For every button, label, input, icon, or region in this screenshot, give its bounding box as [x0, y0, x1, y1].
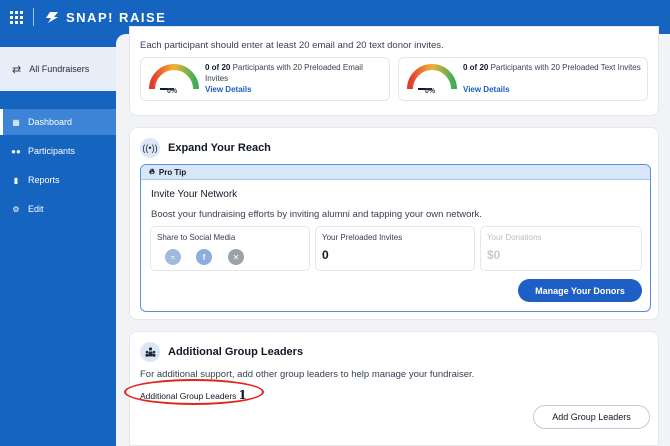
content-area[interactable]: Each participant should enter at least 2… — [116, 26, 670, 446]
expand-reach-card: ((•)) Expand Your Reach 🔥︎ Pro Tip Invit… — [129, 127, 659, 320]
group-glyph — [145, 347, 155, 357]
sidebar-item-label: Dashboard — [28, 117, 73, 127]
sidebar-all-fundraisers-label: All Fundraisers — [29, 64, 90, 74]
header-divider — [33, 8, 34, 26]
preloaded-invites-value: 0 — [322, 248, 329, 262]
main-area: Each participant should enter at least 2… — [116, 26, 670, 446]
donations-value: $0 — [487, 248, 501, 262]
sidebar-item-label: Edit — [28, 204, 44, 214]
sidebar-item-dashboard[interactable]: ▦ Dashboard — [0, 109, 116, 135]
pro-tip-description: Boost your fundraising efforts by inviti… — [151, 209, 482, 220]
pro-tip-box: 🔥︎ Pro Tip Invite Your Network Boost you… — [140, 164, 651, 312]
flame-icon: 🔥︎ — [149, 167, 155, 176]
gauge-percent: 0% — [167, 88, 178, 95]
annotation-ellipse — [124, 379, 264, 405]
manage-donors-button[interactable]: Manage Your Donors — [518, 279, 642, 302]
pro-tip-title: Invite Your Network — [151, 189, 238, 200]
brand-logo[interactable]: SNAP! RAISE — [42, 10, 166, 25]
share-social-box: Share to Social Media ≈ f ✕ — [150, 226, 310, 271]
pro-tip-label: Pro Tip — [158, 167, 187, 177]
sidebar: ⇄ All Fundraisers ▦ Dashboard ●● Partici… — [0, 34, 116, 446]
group-icon — [140, 342, 160, 362]
gauge-percent: 0% — [425, 88, 436, 95]
stat-text: 0 of 20 Participants with 20 Preloaded T… — [463, 62, 645, 73]
pro-tip-header: 🔥︎ Pro Tip — [141, 165, 650, 180]
facebook-icon[interactable]: f — [196, 249, 212, 265]
donations-box: Your Donations $0 — [480, 226, 642, 271]
section-title: Expand Your Reach — [168, 142, 271, 154]
stat-description: Participants with 20 Preloaded Text Invi… — [488, 63, 641, 72]
brand-name: SNAP! RAISE — [66, 9, 167, 25]
snap-logo-icon — [44, 12, 58, 23]
add-group-leaders-button[interactable]: Add Group Leaders — [533, 405, 650, 429]
preloaded-invites-label: Your Preloaded Invites — [322, 233, 403, 242]
section-header: ((•)) Expand Your Reach — [140, 138, 271, 158]
stat-count: 0 of 20 — [205, 63, 231, 72]
group-leaders-card: Additional Group Leaders For additional … — [124, 331, 659, 446]
participants-icon: ●● — [11, 146, 21, 156]
section-title: Additional Group Leaders — [168, 346, 304, 358]
gear-icon: ⚙ — [12, 204, 20, 214]
bar-chart-icon: ▮ — [13, 175, 19, 185]
donations-label: Your Donations — [487, 233, 542, 242]
apps-grid-icon[interactable] — [10, 10, 23, 24]
sidebar-item-label: Reports — [28, 175, 60, 185]
share-social-label: Share to Social Media — [157, 233, 236, 242]
x-icon[interactable]: ✕ — [228, 249, 244, 265]
broadcast-icon: ((•)) — [140, 138, 160, 158]
sidebar-item-label: Participants — [28, 146, 76, 156]
invites-card: Each participant should enter at least 2… — [129, 26, 659, 116]
messenger-icon[interactable]: ≈ — [165, 249, 181, 265]
text-invites-stat: 0% 0 of 20 Participants with 20 Preloade… — [398, 57, 648, 101]
sidebar-item-edit[interactable]: ⚙ Edit — [0, 196, 116, 222]
invites-description: Each participant should enter at least 2… — [140, 40, 444, 51]
preloaded-invites-box: Your Preloaded Invites 0 — [315, 226, 475, 271]
dashboard-icon: ▦ — [12, 117, 20, 127]
sidebar-item-participants[interactable]: ●● Participants — [0, 138, 116, 164]
swap-arrows-icon: ⇄ — [12, 63, 22, 76]
email-invites-stat: 0% 0 of 20 Participants with 20 Preloade… — [140, 57, 390, 101]
view-details-link[interactable]: View Details — [463, 85, 510, 94]
view-details-link[interactable]: View Details — [205, 85, 252, 94]
stat-count: 0 of 20 — [463, 63, 489, 72]
sidebar-all-fundraisers[interactable]: ⇄ All Fundraisers — [0, 47, 116, 91]
sidebar-item-reports[interactable]: ▮ Reports — [0, 167, 116, 193]
section-header: Additional Group Leaders — [140, 342, 303, 362]
stat-text: 0 of 20 Participants with 20 Preloaded E… — [205, 62, 387, 84]
